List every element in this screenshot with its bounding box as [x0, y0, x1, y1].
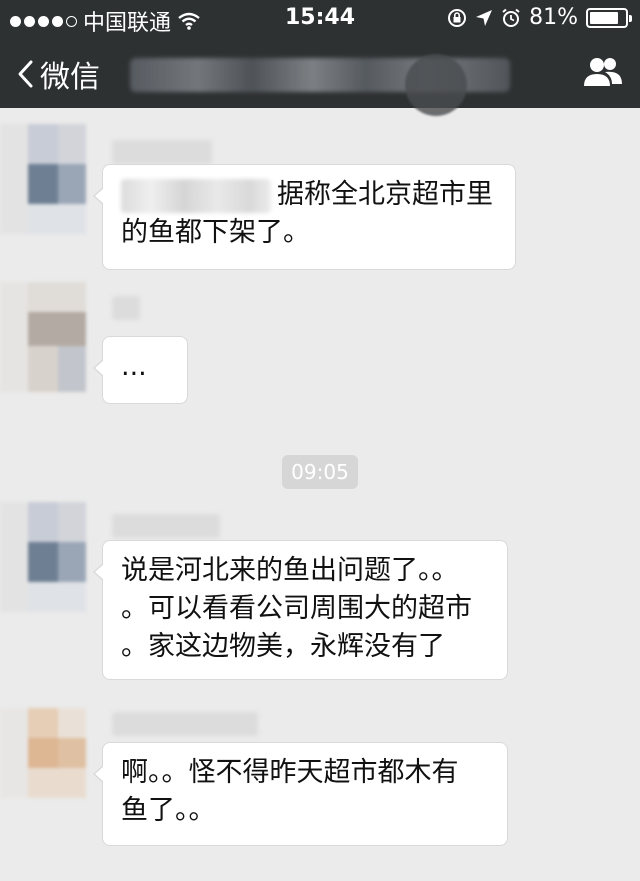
sender-name-redacted [112, 296, 140, 320]
chevron-left-icon [18, 60, 33, 88]
message-text-line: 说是河北来的鱼出问题了。。 [121, 555, 459, 586]
avatar[interactable] [0, 124, 86, 234]
message-text-line: 。可以看看公司周围大的超市 [121, 593, 472, 624]
message-bubble[interactable]: 说是河北来的鱼出问题了。。 。可以看看公司周围大的超市 。家这边物美，永辉没有了 [93, 540, 508, 680]
contacts-icon [584, 58, 622, 86]
status-right: 81% [447, 5, 632, 30]
message-bubble[interactable]: 据称全北京超市里 的鱼都下架了。 [93, 164, 516, 270]
message-text-line: 鱼了。。 [121, 795, 216, 826]
location-arrow-icon [476, 9, 493, 26]
message-bubble[interactable]: ... [93, 336, 188, 404]
avatar[interactable] [0, 502, 86, 612]
avatar[interactable] [0, 282, 86, 392]
message-text-line: 的鱼都下架了。 [121, 217, 310, 248]
contact-button[interactable] [582, 54, 624, 90]
sender-name-redacted [112, 140, 212, 164]
status-bar: 中国联通 15:44 81% [0, 0, 640, 36]
message-bubble[interactable]: 啊。。怪不得昨天超市都木有 鱼了。。 [93, 742, 508, 846]
battery-icon [586, 7, 632, 28]
message-text-line: 。家这边物美，永辉没有了 [121, 631, 445, 662]
top-bar: 中国联通 15:44 81% 微信 [0, 0, 640, 116]
redacted-text [121, 178, 271, 213]
time-divider: 09:05 [282, 455, 358, 489]
avatar[interactable] [0, 708, 86, 818]
message-text: ... [121, 351, 147, 382]
message-text-line: 据称全北京超市里 [277, 179, 493, 210]
floating-overlay [405, 54, 467, 116]
battery-fill [590, 11, 618, 24]
back-label: 微信 [40, 60, 100, 95]
nav-row: 微信 [0, 40, 640, 116]
message-text-line: 啊。。怪不得昨天超市都木有 [121, 757, 459, 788]
back-button[interactable]: 微信 [16, 52, 100, 96]
sender-name-redacted [112, 514, 220, 538]
alarm-clock-icon [502, 8, 520, 27]
sender-name-redacted [112, 712, 258, 736]
rotation-lock-icon [448, 8, 467, 27]
battery-percent: 81% [529, 5, 578, 30]
